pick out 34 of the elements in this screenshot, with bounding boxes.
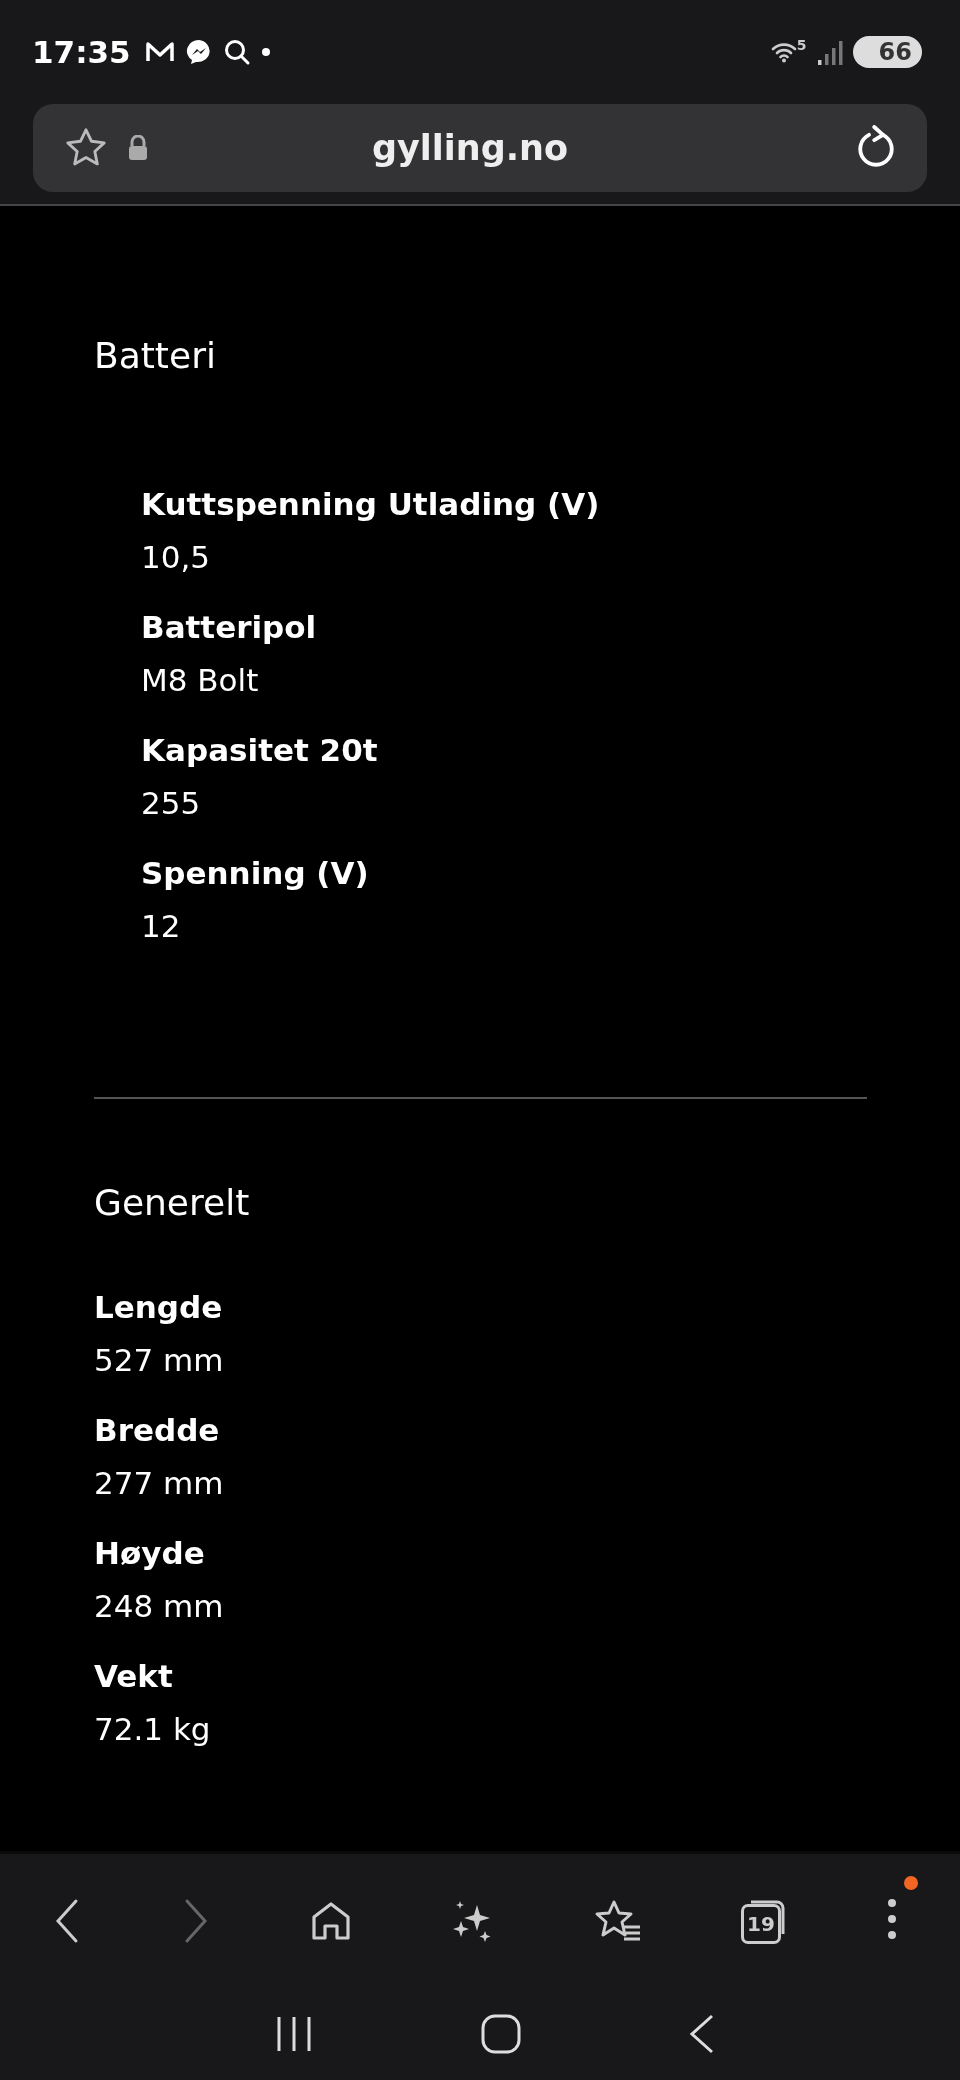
- spec-value: 248 mm: [94, 1587, 225, 1626]
- spec-value: 72.1 kg: [94, 1710, 212, 1749]
- spec-label: Høyde: [94, 1534, 206, 1573]
- signal-icon: [816, 38, 843, 66]
- spec-value: 255: [141, 784, 202, 823]
- spec-label: Lengde: [94, 1288, 224, 1327]
- spec-label: Kapasitet 20t: [141, 731, 379, 770]
- wifi-icon: [770, 41, 797, 63]
- section-heading: Batteri: [94, 334, 217, 378]
- home-icon[interactable]: [310, 1900, 352, 1942]
- section-heading: Generelt: [94, 1181, 251, 1225]
- home-button-icon[interactable]: [481, 2014, 521, 2054]
- spec-value: 12: [141, 907, 182, 946]
- spec-label: Kuttspenning Utlading (V): [141, 485, 601, 524]
- spec-label: Vekt: [94, 1657, 174, 1696]
- spec-value: 10,5: [141, 538, 212, 577]
- spec-label: Spenning (V): [141, 854, 370, 893]
- spec-label: Bredde: [94, 1411, 221, 1450]
- spec-label: Batteripol: [141, 608, 318, 647]
- mail-icon: [144, 40, 175, 64]
- bookmarks-icon[interactable]: [594, 1899, 642, 1943]
- lock-icon: [127, 135, 149, 161]
- chat-bubble-icon: [184, 38, 213, 66]
- clock: 17:35: [32, 34, 131, 70]
- spec-value: 527 mm: [94, 1341, 225, 1380]
- menu-icon[interactable]: [886, 1898, 898, 1940]
- spec-value: M8 Bolt: [141, 661, 260, 700]
- search-icon: [222, 38, 251, 66]
- spec-value: 277 mm: [94, 1464, 225, 1503]
- battery-indicator: 66: [852, 36, 922, 68]
- dot-icon: [260, 47, 271, 57]
- address-bar[interactable]: gylling.no: [33, 104, 927, 192]
- wifi-label: 5: [796, 37, 807, 53]
- url-text: gylling.no: [370, 128, 570, 168]
